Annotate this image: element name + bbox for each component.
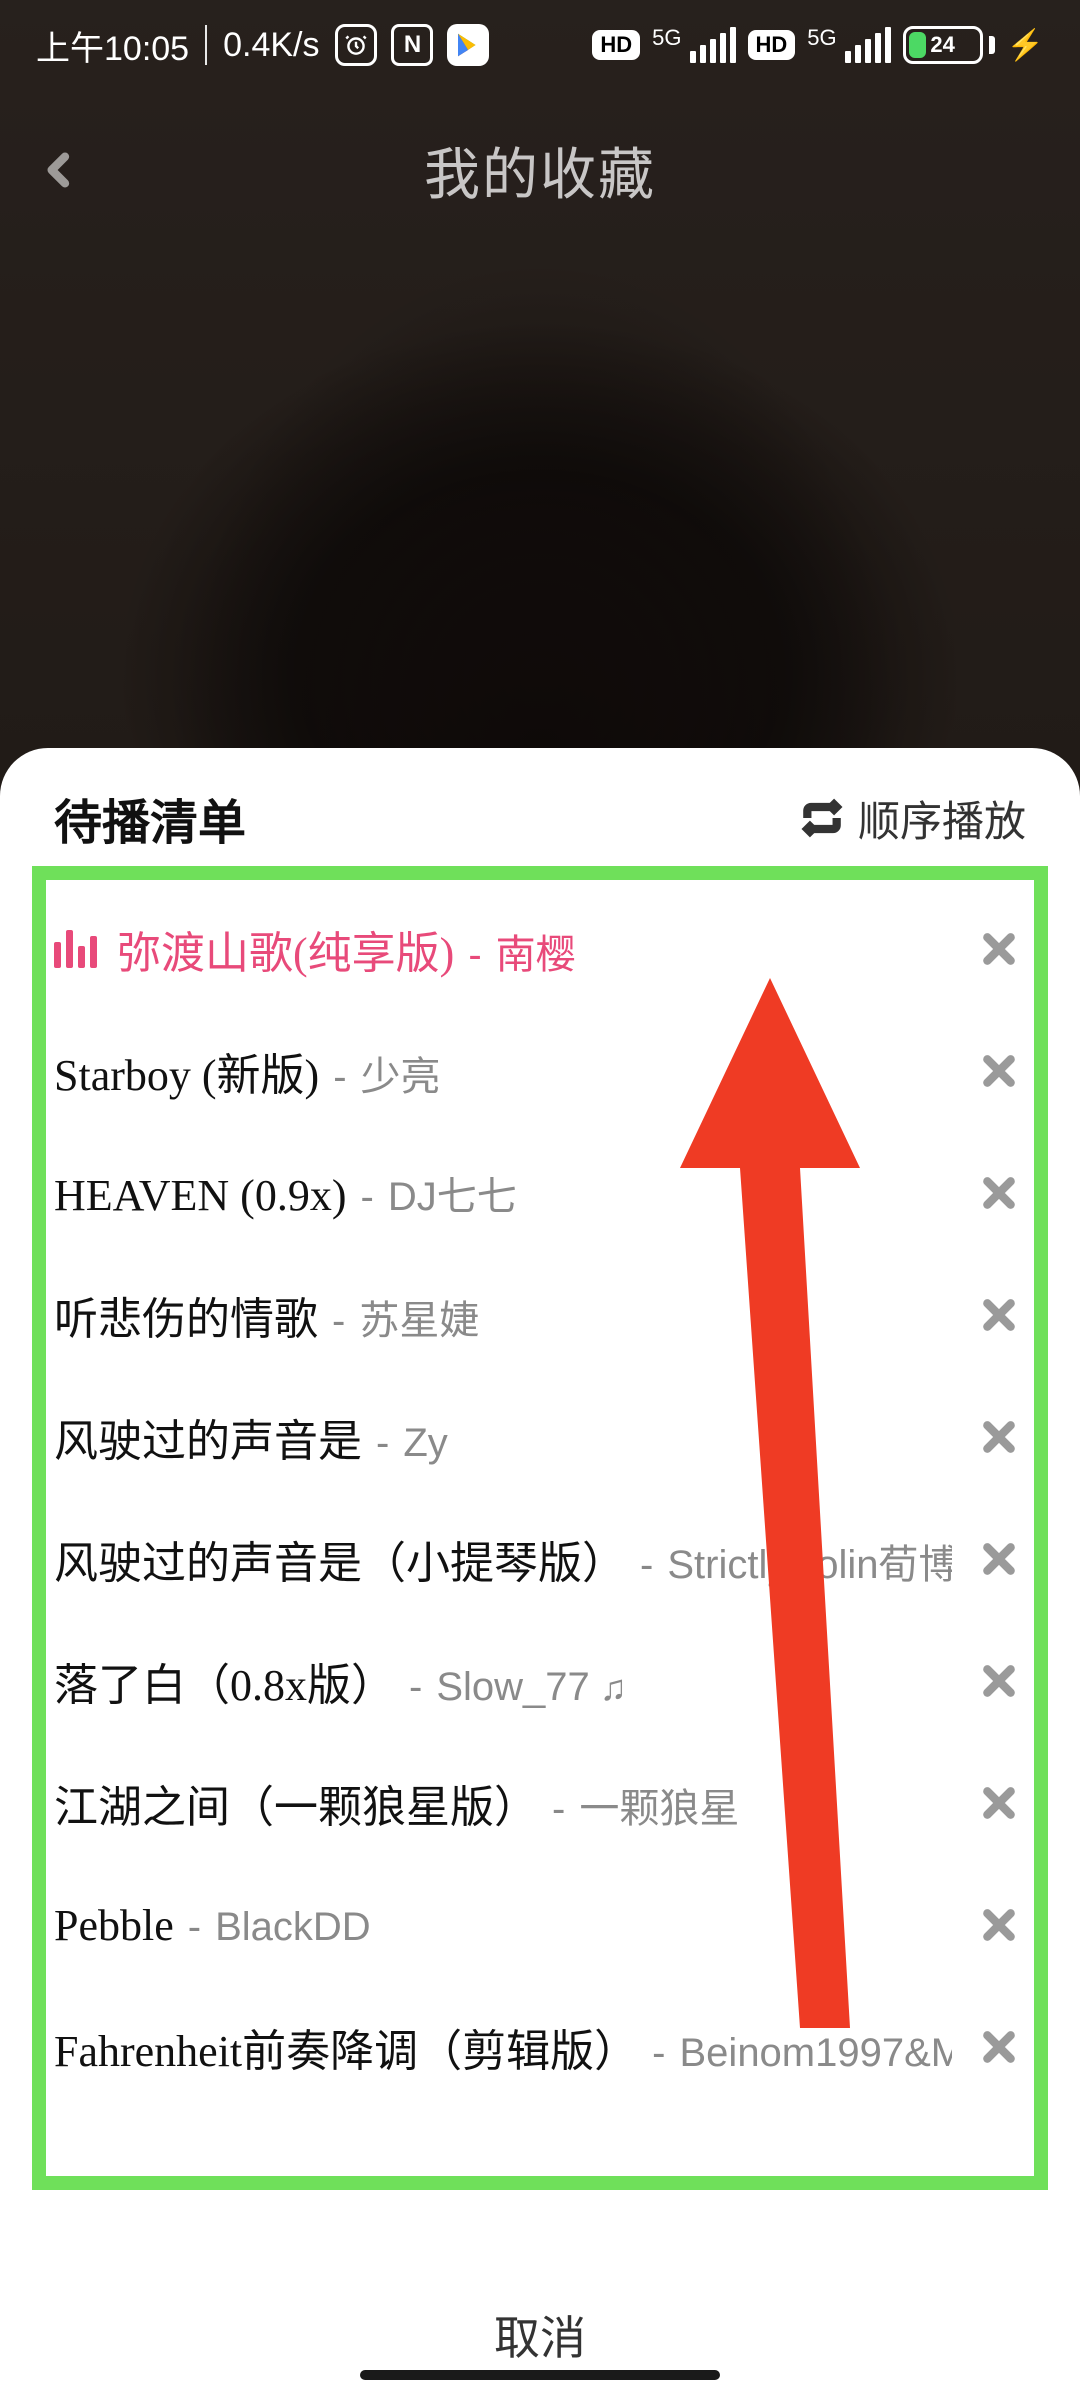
page-title: 我的收藏 (424, 130, 656, 211)
playlist-row-main[interactable]: Starboy (新版) - 少亮 (54, 1039, 952, 1103)
playlist-row[interactable]: 风驶过的声音是 - Zy (54, 1376, 1026, 1498)
repeat-icon (800, 796, 844, 840)
title-artist-separator: - (552, 1787, 565, 1832)
remove-button[interactable] (972, 1410, 1026, 1464)
playlist-row-main[interactable]: 弥渡山歌(纯享版) - 南樱 (54, 917, 952, 981)
play-mode-label: 顺序播放 (858, 788, 1026, 849)
close-icon (979, 1661, 1019, 1701)
close-icon (979, 1051, 1019, 1091)
song-artist: BlackDD (215, 1905, 371, 1950)
song-artist: DJ七七 (388, 1164, 517, 1222)
remove-button[interactable] (972, 1044, 1026, 1098)
signal-1: 5G (652, 27, 735, 63)
hd-badge-1: HD (592, 30, 640, 60)
playlist-row-main[interactable]: 落了白（0.8x版） - Slow_77 ♫ (54, 1649, 952, 1713)
title-artist-separator: - (361, 1175, 374, 1220)
song-artist: 一颗狼星 (579, 1776, 739, 1834)
song-artist: 南樱 (496, 922, 576, 980)
playlist-sheet: 待播清单 顺序播放 弥渡山歌(纯享版) - 南樱 Starboy (新版) - 少… (0, 748, 1080, 2400)
playlist-row-main[interactable]: 江湖之间（一颗狼星版） - 一颗狼星 (54, 1771, 952, 1835)
close-icon (979, 1539, 1019, 1579)
song-title: Fahrenheit前奏降调（剪辑版） (54, 2015, 638, 2079)
home-indicator[interactable] (360, 2370, 720, 2380)
playlist-row[interactable]: Starboy (新版) - 少亮 (54, 1010, 1026, 1132)
song-artist: Beinom1997&Mu· (680, 2031, 953, 2076)
status-separator (205, 25, 207, 65)
playlist-row-main[interactable]: Pebble - BlackDD (54, 1900, 952, 1951)
play-store-icon (447, 24, 489, 66)
title-artist-separator: - (376, 1421, 389, 1466)
song-title: Pebble (54, 1900, 174, 1951)
song-title: 江湖之间（一颗狼星版） (54, 1771, 538, 1835)
song-artist: Strictlyviolin荀博 (667, 1532, 952, 1590)
remove-button[interactable] (972, 2020, 1026, 2074)
title-artist-separator: - (468, 933, 481, 978)
song-title: HEAVEN (0.9x) (54, 1170, 347, 1221)
song-artist: Slow_77 (436, 1665, 589, 1710)
title-artist-separator: - (640, 1543, 653, 1588)
remove-button[interactable] (972, 1288, 1026, 1342)
hd-badge-2: HD (748, 30, 796, 60)
close-icon (979, 1417, 1019, 1457)
cancel-button[interactable]: 取消 (0, 2270, 1080, 2400)
close-icon (979, 929, 1019, 969)
play-mode-button[interactable]: 顺序播放 (800, 788, 1026, 849)
title-artist-separator: - (652, 2031, 665, 2076)
song-artist: 苏星婕 (359, 1288, 479, 1346)
remove-button[interactable] (972, 1532, 1026, 1586)
music-note-icon: ♫ (600, 1667, 627, 1709)
song-artist: Zy (403, 1421, 447, 1466)
title-bar: 我的收藏 (0, 110, 1080, 230)
title-artist-separator: - (333, 1055, 346, 1100)
status-net-speed: 0.4K/s (223, 26, 319, 65)
song-title: Starboy (新版) (54, 1039, 319, 1103)
playlist-row[interactable]: 风驶过的声音是（小提琴版） - Strictlyviolin荀博 (54, 1498, 1026, 1620)
song-title: 弥渡山歌(纯享版) (117, 917, 454, 981)
song-title: 风驶过的声音是（小提琴版） (54, 1527, 626, 1591)
playlist-row[interactable]: Pebble - BlackDD (54, 1864, 1026, 1986)
close-icon (979, 2027, 1019, 2067)
song-title: 落了白（0.8x版） (54, 1649, 395, 1713)
sheet-title: 待播清单 (54, 783, 246, 853)
close-icon (979, 1905, 1019, 1945)
now-playing-icon (54, 930, 97, 968)
playlist-row[interactable]: 江湖之间（一颗狼星版） - 一颗狼星 (54, 1742, 1026, 1864)
remove-button[interactable] (972, 1166, 1026, 1220)
status-bar: 上午10:05 0.4K/s N HD 5G HD 5G 24 ⚡ (0, 0, 1080, 90)
remove-button[interactable] (972, 1898, 1026, 1952)
close-icon (979, 1783, 1019, 1823)
charging-icon: ⚡ (1007, 28, 1044, 63)
title-artist-separator: - (188, 1905, 201, 1950)
back-button[interactable] (30, 140, 90, 200)
playlist-row-main[interactable]: Fahrenheit前奏降调（剪辑版） - Beinom1997&Mu· (54, 2015, 952, 2079)
close-icon (979, 1295, 1019, 1335)
playlist-row-main[interactable]: 风驶过的声音是 - Zy (54, 1405, 952, 1469)
playlist-row[interactable]: HEAVEN (0.9x) - DJ七七 (54, 1132, 1026, 1254)
status-time: 上午10:05 (36, 21, 189, 70)
remove-button[interactable] (972, 1654, 1026, 1708)
playlist-row[interactable]: 听悲伤的情歌 - 苏星婕 (54, 1254, 1026, 1376)
remove-button[interactable] (972, 922, 1026, 976)
playlist-row-main[interactable]: 听悲伤的情歌 - 苏星婕 (54, 1283, 952, 1347)
title-artist-separator: - (409, 1665, 422, 1710)
playlist-row-main[interactable]: 风驶过的声音是（小提琴版） - Strictlyviolin荀博 (54, 1527, 952, 1591)
song-title: 听悲伤的情歌 (54, 1283, 318, 1347)
playlist-row-main[interactable]: HEAVEN (0.9x) - DJ七七 (54, 1164, 952, 1222)
song-title: 风驶过的声音是 (54, 1405, 362, 1469)
song-artist: 少亮 (361, 1044, 441, 1102)
playlist-row[interactable]: Fahrenheit前奏降调（剪辑版） - Beinom1997&Mu· (54, 1986, 1026, 2108)
signal-2: 5G (807, 27, 890, 63)
title-artist-separator: - (332, 1299, 345, 1344)
remove-button[interactable] (972, 1776, 1026, 1830)
playlist-row[interactable]: 落了白（0.8x版） - Slow_77 ♫ (54, 1620, 1026, 1742)
close-icon (979, 1173, 1019, 1213)
battery-indicator: 24 (903, 26, 995, 64)
nfc-icon: N (391, 24, 433, 66)
playlist-list[interactable]: 弥渡山歌(纯享版) - 南樱 Starboy (新版) - 少亮 HEAVEN (0… (0, 888, 1080, 2270)
playlist-row[interactable]: 弥渡山歌(纯享版) - 南樱 (54, 888, 1026, 1010)
alarm-icon (335, 24, 377, 66)
